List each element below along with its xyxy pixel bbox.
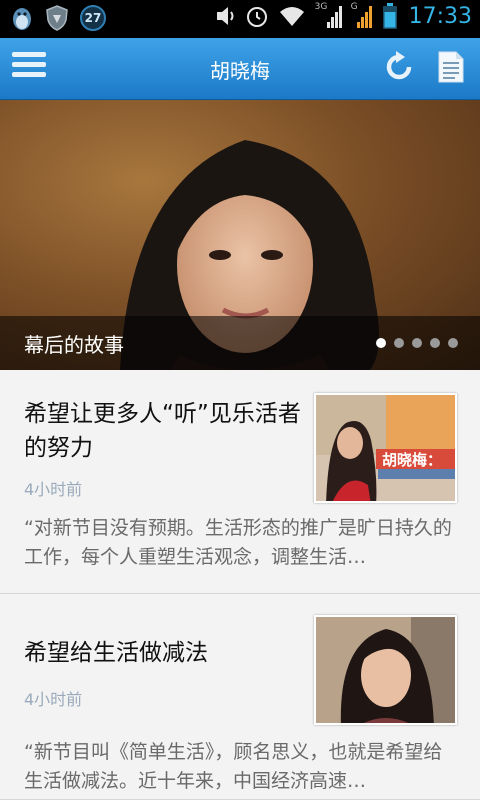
signal-strength-icon <box>326 6 342 28</box>
pager-dot[interactable] <box>376 338 386 348</box>
article-title: 希望让更多人“听”见乐活者的努力 <box>24 401 301 461</box>
signal-3g-group: 3G <box>315 2 343 30</box>
article-time: 4小时前 <box>24 690 83 709</box>
status-left-icons: 27 <box>10 4 106 32</box>
pager-dot[interactable] <box>394 338 404 348</box>
app-bar: 胡晓梅 <box>0 38 480 100</box>
pager-dot[interactable] <box>412 338 422 348</box>
document-icon <box>438 51 464 83</box>
status-time: 17:33 <box>408 3 472 29</box>
status-right-icons: 3G G 17:33 <box>215 2 472 30</box>
refresh-button[interactable] <box>382 50 416 84</box>
article-thumbnail: 胡晓梅： <box>314 393 457 503</box>
signal-g-group: G <box>351 2 375 30</box>
pager-dots <box>376 338 458 348</box>
pager-dot[interactable] <box>430 338 440 348</box>
hero-caption-bar: 幕后的故事 <box>0 316 480 370</box>
article-time: 4小时前 <box>24 480 83 499</box>
qq-penguin-icon <box>13 8 31 30</box>
article-summary: “新节目叫《简单生活》，顾名思义，也就是希望给生活做减法。近十年来，中国经济高速… <box>24 741 443 792</box>
article-summary: “对新节目没有预期。生活形态的推广是旷日持久的工作，每个人重塑生活观念，调整生活… <box>24 517 452 568</box>
article-item[interactable]: 希望让更多人“听”见乐活者的努力 4小时前 “对新节目没有预期。生活形态的推广是… <box>0 370 480 594</box>
status-bar: 27 3G G 17:33 <box>0 0 480 38</box>
article-thumbnail-image: 胡晓梅： <box>316 395 455 501</box>
volume-icon <box>216 7 234 25</box>
refresh-icon <box>386 51 412 80</box>
thumbnail-overlay-text: 胡晓梅： <box>382 451 442 469</box>
hero-caption: 幕后的故事 <box>24 333 124 357</box>
hero-slider[interactable]: 幕后的故事 <box>0 100 480 370</box>
article-thumbnail-image <box>316 617 455 723</box>
notification-count-badge: 27 <box>80 5 106 31</box>
document-button[interactable] <box>437 50 465 84</box>
article-thumbnail <box>314 615 457 725</box>
pager-dot[interactable] <box>448 338 458 348</box>
article-item[interactable]: 希望给生活做减法 4小时前 “新节目叫《简单生活》，顾名思义，也就是希望给生活做… <box>0 594 480 800</box>
article-title: 希望给生活做减法 <box>24 640 208 666</box>
signal-strength-2-icon <box>356 6 372 28</box>
alarm-icon <box>246 7 267 27</box>
shield-icon <box>46 5 68 31</box>
battery-icon <box>382 3 397 29</box>
wifi-icon <box>279 7 304 26</box>
